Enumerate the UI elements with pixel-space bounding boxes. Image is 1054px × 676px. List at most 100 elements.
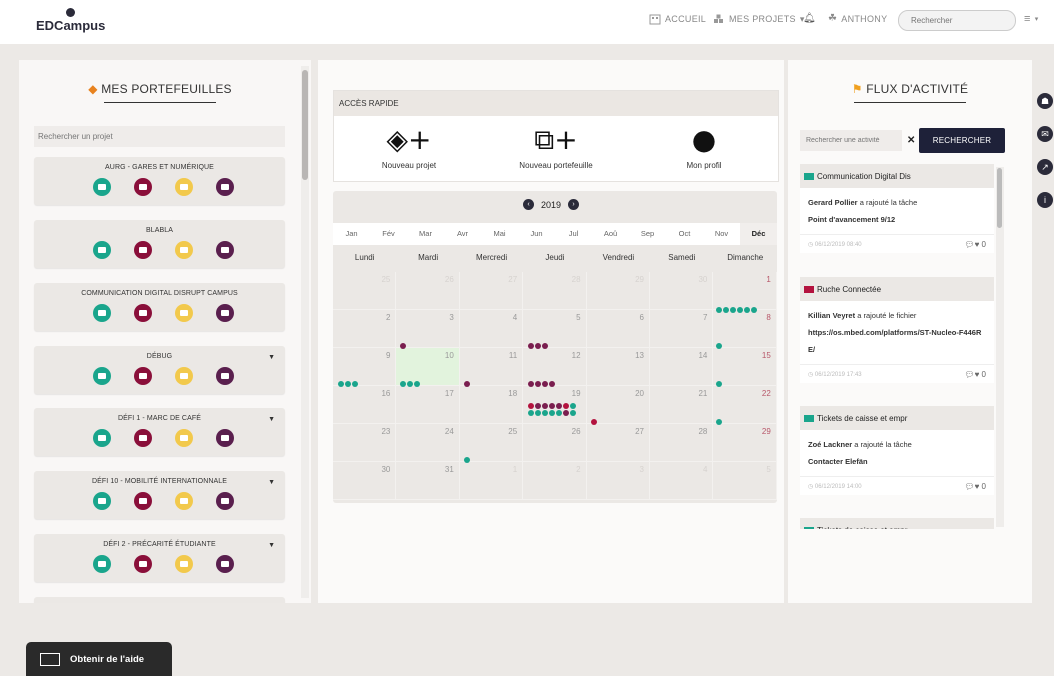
comments-like[interactable]: 💬︎♥ 0 [964, 482, 986, 491]
month-tab[interactable]: Oct [666, 223, 703, 245]
portfolios-scroll-thumb[interactable] [302, 70, 308, 180]
event-dot[interactable] [542, 343, 548, 349]
calendar-icon[interactable] [216, 178, 234, 196]
board-icon[interactable] [93, 178, 111, 196]
nav-home[interactable]: ACCUEIL [649, 13, 706, 25]
event-dot[interactable] [535, 410, 541, 416]
event-dot[interactable] [542, 410, 548, 416]
month-tab[interactable]: Mar [407, 223, 444, 245]
activity-detail[interactable]: Contacter Elefän [808, 457, 868, 466]
event-dot[interactable] [737, 307, 743, 313]
calendar-day[interactable]: 27 [459, 272, 524, 310]
calendar-icon[interactable] [216, 304, 234, 322]
chart-icon[interactable] [175, 555, 193, 573]
calendar-day[interactable]: 8 [713, 310, 777, 348]
event-dot[interactable] [542, 381, 548, 387]
event-dot[interactable] [570, 403, 576, 409]
info-icon[interactable]: i [1037, 192, 1053, 208]
calendar-day[interactable]: 5 [713, 462, 777, 500]
folder-icon[interactable] [134, 492, 152, 510]
month-tab[interactable]: Jul [555, 223, 592, 245]
calendar-day[interactable]: 6 [586, 310, 650, 348]
chart-icon[interactable] [175, 178, 193, 196]
next-year-icon[interactable]: › [568, 199, 580, 210]
event-dots[interactable] [716, 381, 722, 387]
folder-icon[interactable] [134, 241, 152, 259]
month-tab[interactable]: Aoû [592, 223, 629, 245]
calendar-day[interactable]: 18 [459, 386, 524, 424]
event-dot[interactable] [414, 381, 420, 387]
calendar-day[interactable]: 4 [459, 310, 524, 348]
activity-search-button[interactable]: RECHERCHER [919, 128, 1005, 153]
calendar-day[interactable]: 22 [713, 386, 777, 424]
event-dot[interactable] [535, 381, 541, 387]
calendar-day[interactable]: 27 [586, 424, 650, 462]
calendar-day[interactable]: 1 [713, 272, 777, 310]
event-dot[interactable] [549, 381, 555, 387]
user-menu[interactable]: ☘ ANTHONY [828, 13, 887, 24]
event-dots[interactable] [716, 307, 766, 313]
portfolio-card[interactable]: COMMUNICATION DIGITAL DISRUPT CAMPUS [34, 283, 285, 331]
activity-card[interactable]: Tickets de caisse et empr [800, 518, 994, 529]
chart-icon[interactable] [175, 492, 193, 510]
event-dot[interactable] [400, 381, 406, 387]
calendar-day[interactable]: 29 [713, 424, 777, 462]
event-dot[interactable] [345, 381, 351, 387]
calendar-icon[interactable] [216, 367, 234, 385]
event-dot[interactable] [730, 307, 736, 313]
activity-scroll-thumb[interactable] [997, 168, 1002, 228]
activity-detail[interactable]: https://os.mbed.com/platforms/ST-Nucleo-… [808, 328, 981, 354]
event-dots[interactable] [591, 419, 597, 425]
event-dot[interactable] [716, 419, 722, 425]
new-portfolio-button[interactable]: ⧉+ Nouveau portefeuille [496, 125, 616, 171]
global-search-input[interactable] [898, 10, 1016, 31]
calendar-icon[interactable] [216, 492, 234, 510]
event-dot[interactable] [542, 403, 548, 409]
project-search-input[interactable] [34, 126, 285, 147]
event-dot[interactable] [464, 381, 470, 387]
calendar-day[interactable]: 4 [650, 462, 714, 500]
chart-icon[interactable]: ↗ [1037, 159, 1053, 175]
event-dot[interactable] [407, 381, 413, 387]
portfolio-card[interactable]: BLABLA [34, 220, 285, 268]
comments-like[interactable]: 💬︎♥ 0 [964, 240, 986, 249]
portfolio-card[interactable]: DÉBUG ▼ [34, 346, 285, 394]
event-dot[interactable] [549, 403, 555, 409]
calendar-day[interactable]: 30 [333, 462, 397, 500]
event-dot[interactable] [535, 343, 541, 349]
folder-icon[interactable] [134, 429, 152, 447]
event-dot[interactable] [570, 410, 576, 416]
event-dots[interactable] [528, 381, 555, 387]
event-dot[interactable] [723, 307, 729, 313]
calendar-day[interactable]: 28 [650, 424, 714, 462]
event-dot[interactable] [528, 381, 534, 387]
event-dots[interactable] [400, 343, 406, 349]
board-icon[interactable] [93, 429, 111, 447]
chart-icon[interactable] [175, 241, 193, 259]
folder-icon[interactable] [134, 367, 152, 385]
event-dot[interactable] [556, 403, 562, 409]
board-icon[interactable] [93, 367, 111, 385]
calendar-day[interactable]: 31 [396, 462, 460, 500]
event-dot[interactable] [528, 343, 534, 349]
calendar-day[interactable]: 21 [650, 386, 714, 424]
team-icon[interactable]: ☗ [1037, 93, 1053, 109]
new-project-button[interactable]: ◈+ Nouveau projet [349, 125, 469, 171]
chevron-down-icon[interactable]: ▼ [268, 416, 275, 423]
chevron-down-icon[interactable]: ▼ [268, 542, 275, 549]
month-tab[interactable]: Nov [703, 223, 740, 245]
chat-icon[interactable]: ✉ [1037, 126, 1053, 142]
event-dots[interactable] [464, 457, 470, 463]
event-dot[interactable] [464, 457, 470, 463]
previous-year-icon[interactable]: ‹ [523, 199, 534, 210]
chart-icon[interactable] [175, 429, 193, 447]
event-dots[interactable] [528, 343, 548, 349]
event-dot[interactable] [563, 410, 569, 416]
activity-card[interactable]: Ruche Connectée Killian Veyret a rajouté… [800, 277, 994, 383]
portfolio-card[interactable] [34, 597, 285, 603]
event-dots[interactable] [716, 419, 722, 425]
calendar-icon[interactable] [216, 241, 234, 259]
calendar-day[interactable]: 28 [523, 272, 587, 310]
calendar-day[interactable]: 30 [650, 272, 714, 310]
event-dot[interactable] [744, 307, 750, 313]
